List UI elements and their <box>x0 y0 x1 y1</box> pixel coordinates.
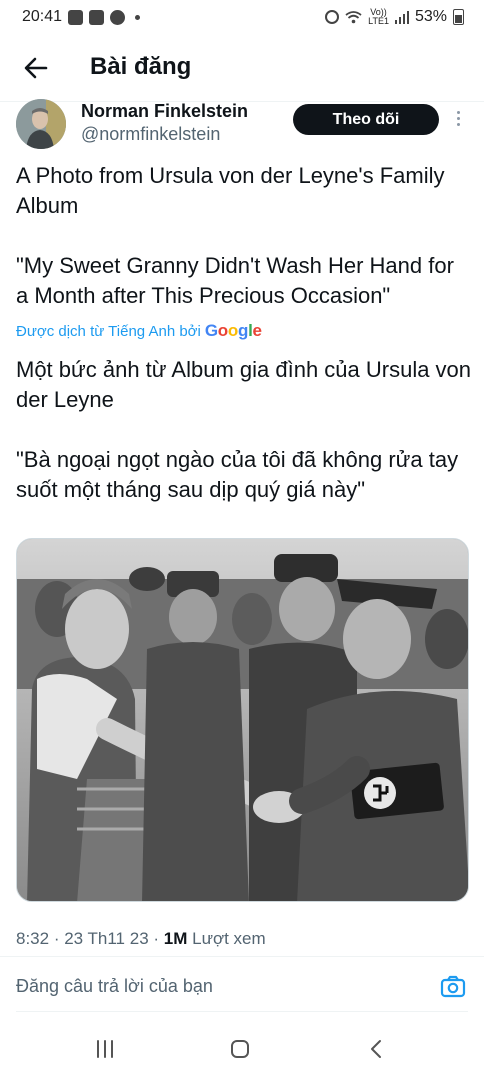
reply-divider <box>16 1011 468 1012</box>
meta-separator: · <box>49 929 65 948</box>
more-vertical-icon[interactable] <box>452 108 464 132</box>
signal-strength-icon <box>394 10 409 24</box>
translated-by-label: Được dịch từ Tiếng Anh bởi <box>16 322 201 340</box>
top-app-bar: Bài đăng <box>0 40 484 96</box>
status-bar: 20:41 Vo)) LTE1 53% <box>0 0 484 34</box>
alarm-icon <box>325 10 340 24</box>
author-handle[interactable]: @normfinkelstein <box>81 124 220 145</box>
tweet-date: 23 Th11 23 <box>64 929 149 948</box>
author-name[interactable]: Norman Finkelstein <box>81 101 248 122</box>
more-notifications-dot-icon <box>135 14 141 20</box>
home-icon[interactable] <box>230 1039 250 1059</box>
battery-icon <box>453 9 464 25</box>
lte-label: LTE1 <box>368 16 389 26</box>
tweet-photo[interactable] <box>16 538 469 902</box>
status-time: 20:41 <box>22 8 63 25</box>
google-logo: Google <box>204 321 262 340</box>
meta-divider <box>0 956 484 957</box>
wifi-icon <box>345 11 362 24</box>
meta-separator: · <box>148 929 164 948</box>
recent-apps-icon[interactable] <box>94 1039 116 1059</box>
battery-percent: 53% <box>414 8 447 25</box>
back-chevron-icon[interactable] <box>368 1038 384 1060</box>
system-navigation-bar <box>0 1025 484 1071</box>
youtube-notification-icon <box>89 9 105 25</box>
status-right: Vo)) LTE1 53% <box>325 8 464 26</box>
tweet-translated-text: Một bức ảnh từ Album gia đình của Ursula… <box>16 357 472 502</box>
reply-input[interactable]: Đăng câu trả lời của bạn <box>16 976 213 997</box>
camera-icon[interactable] <box>440 974 466 1000</box>
facebook-notification-icon <box>110 9 126 25</box>
status-left: 20:41 <box>22 8 141 26</box>
author-avatar[interactable] <box>16 99 66 149</box>
translation-attribution[interactable]: Được dịch từ Tiếng Anh bởi Google <box>16 321 262 341</box>
tweet-original-text: A Photo from Ursula von der Leyne's Fami… <box>16 163 454 308</box>
page-title: Bài đăng <box>90 53 192 80</box>
volte-indicator: Vo)) LTE1 <box>368 8 389 26</box>
avatar-image <box>16 99 66 149</box>
views-label: Lượt xem <box>192 929 266 948</box>
tweet-meta: 8:32 · 23 Th11 23 · 1M Lượt xem <box>16 929 266 949</box>
follow-button[interactable]: Theo dõi <box>293 104 439 135</box>
views-count: 1M <box>163 929 188 948</box>
shop-notification-icon <box>68 9 84 25</box>
arrow-left-icon[interactable] <box>22 54 50 82</box>
black-and-white-photo <box>17 539 468 901</box>
tweet-time: 8:32 <box>16 929 50 948</box>
